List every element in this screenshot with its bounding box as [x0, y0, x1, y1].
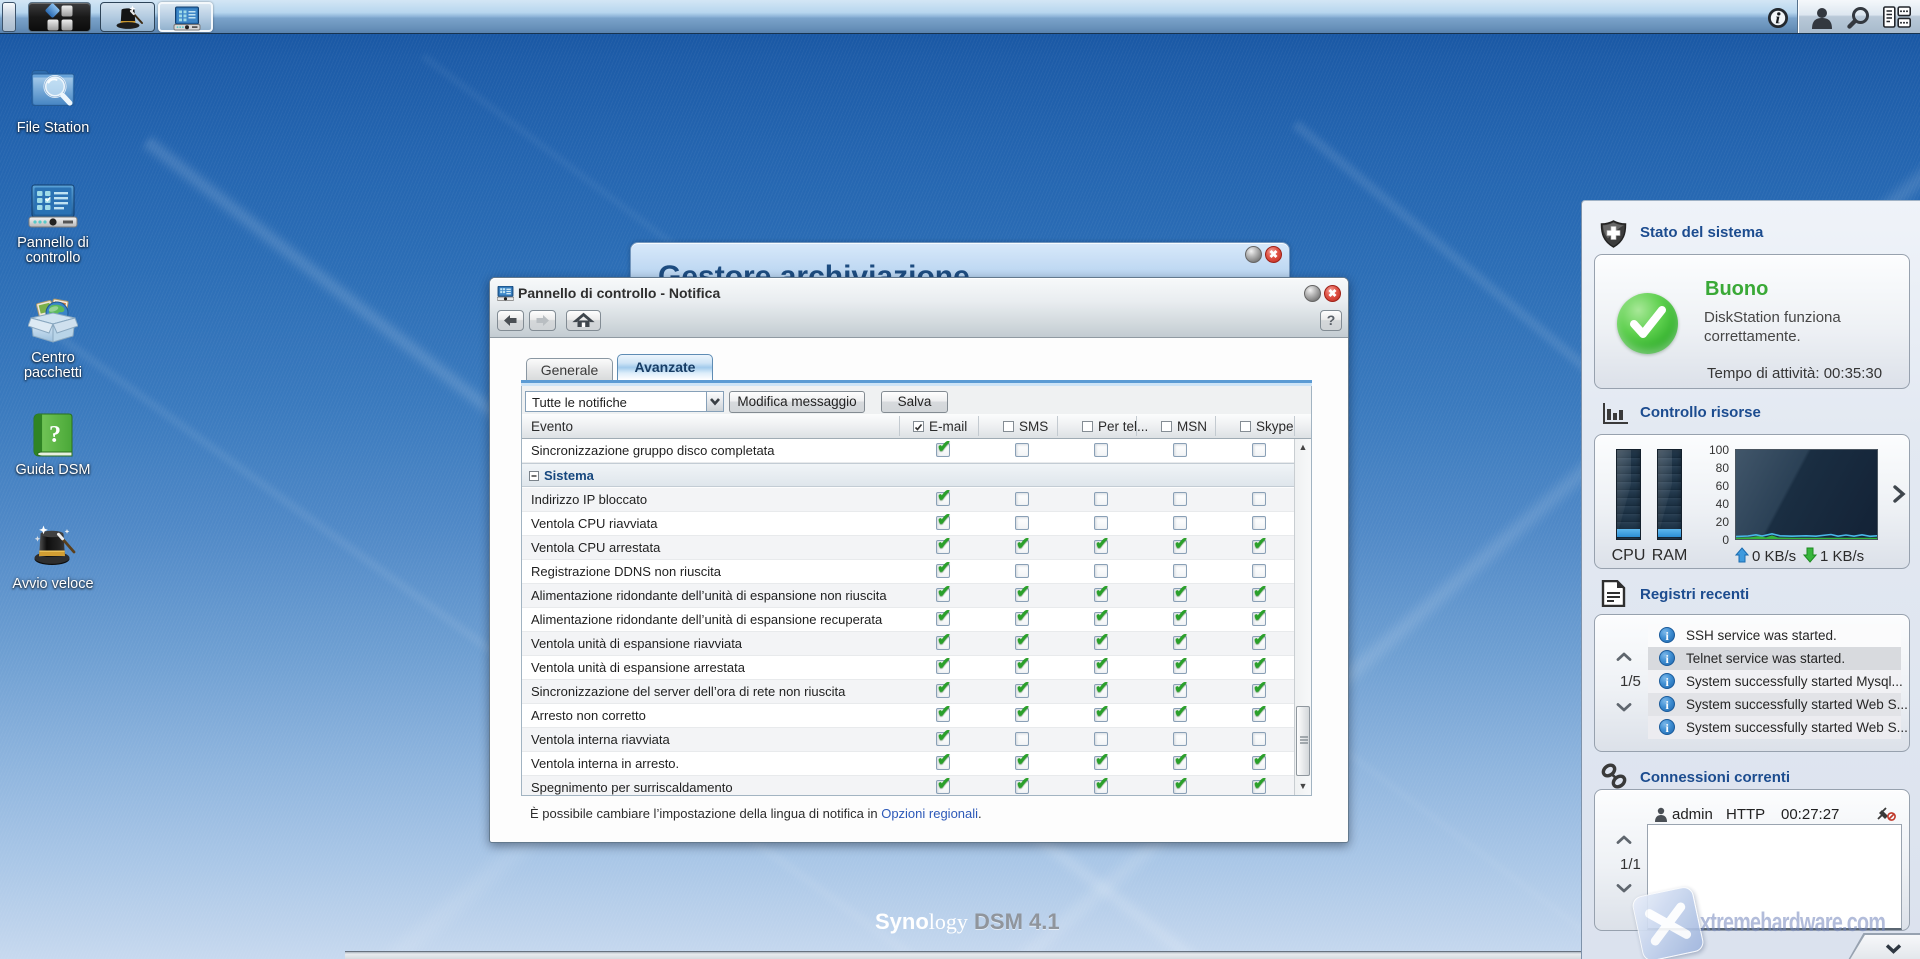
svg-text:?: ?: [49, 422, 61, 448]
